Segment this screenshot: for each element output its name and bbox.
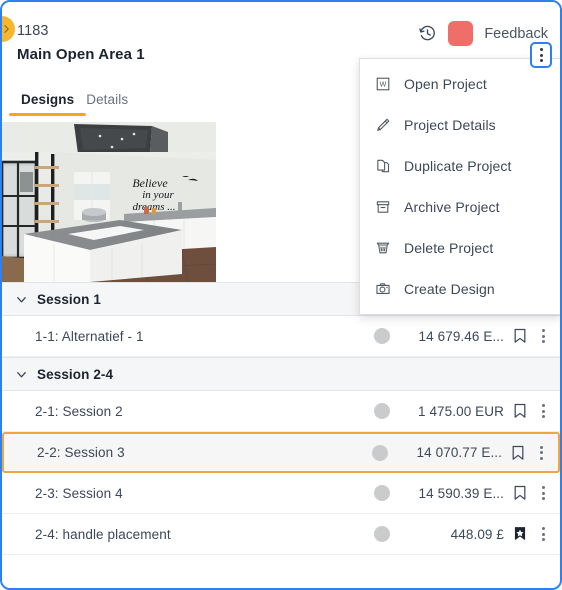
menu-item-project-details[interactable]: Project Details — [360, 104, 560, 145]
row-more-menu-button[interactable] — [532, 486, 554, 500]
dot — [539, 445, 543, 449]
bookmark-outline-icon[interactable] — [506, 445, 530, 461]
row-more-menu-button[interactable] — [532, 404, 554, 418]
table-row[interactable]: 2-1: Session 2 1 475.00 EUR — [2, 391, 560, 432]
group-label: Session 2-4 — [37, 366, 114, 382]
svg-text:Believe: Believe — [132, 176, 168, 190]
design-price: 14 590.39 E... — [418, 485, 504, 501]
menu-item-label: Project Details — [404, 116, 496, 133]
dot — [541, 538, 545, 541]
dot — [541, 527, 545, 530]
menu-item-label: Open Project — [404, 75, 487, 92]
dot — [539, 53, 543, 57]
group-label: Session 1 — [37, 291, 101, 307]
designs-list: Session 1 1-1: Alternatief - 1 14 679.46… — [2, 282, 560, 588]
status-badge — [374, 403, 390, 419]
dot — [539, 451, 543, 454]
project-id: 1183 — [17, 23, 49, 39]
header-actions: Feedback — [418, 21, 548, 46]
project-context-menu: W Open Project Project Details Duplicate… — [359, 58, 560, 315]
menu-item-open-project[interactable]: W Open Project — [360, 63, 560, 104]
table-row[interactable]: 2-3: Session 4 14 590.39 E... — [2, 473, 560, 514]
design-name: 2-4: handle placement — [35, 526, 171, 542]
svg-text:W: W — [380, 80, 387, 88]
svg-text:in your: in your — [142, 189, 174, 201]
dot — [541, 404, 545, 407]
menu-item-label: Duplicate Project — [404, 157, 512, 174]
bookmark-outline-icon[interactable] — [508, 328, 532, 344]
dot — [541, 532, 545, 536]
project-more-menu-button[interactable] — [530, 42, 552, 68]
design-price: 448.09 £ — [450, 526, 504, 542]
dot — [541, 415, 545, 418]
design-name: 2-3: Session 4 — [35, 485, 123, 501]
dot — [541, 329, 545, 332]
row-more-menu-button[interactable] — [532, 329, 554, 343]
menu-item-label: Archive Project — [404, 198, 500, 215]
chevron-right-icon — [4, 25, 9, 33]
dot — [539, 59, 543, 62]
menu-item-delete-project[interactable]: Delete Project — [360, 227, 560, 268]
bookmark-outline-icon[interactable] — [508, 485, 532, 501]
feedback-button[interactable]: Feedback — [484, 26, 548, 42]
design-name: 2-1: Session 2 — [35, 403, 123, 419]
design-thumbnail[interactable]: Believe in your dreams ... — [2, 122, 216, 282]
history-clock-icon[interactable] — [418, 24, 437, 43]
word-document-icon: W — [374, 75, 392, 93]
design-price: 1 475.00 EUR — [417, 403, 504, 419]
tab-designs[interactable]: Designs — [8, 90, 87, 116]
menu-item-duplicate-project[interactable]: Duplicate Project — [360, 145, 560, 186]
design-name: 2-2: Session 3 — [37, 445, 125, 460]
project-panel: 1183 Main Open Area 1 Feedback Designs D… — [0, 0, 562, 590]
chevron-down-icon — [17, 296, 26, 302]
bookmark-filled-star-icon[interactable] — [508, 526, 532, 542]
dot — [541, 486, 545, 489]
dot — [541, 491, 545, 495]
table-row[interactable]: 2-4: handle placement 448.09 £ — [2, 514, 560, 555]
dot — [541, 340, 545, 343]
page-title: Main Open Area 1 — [17, 46, 145, 63]
avatar[interactable] — [448, 21, 474, 46]
design-price: 14 070.77 E... — [416, 445, 502, 460]
camera-icon — [374, 280, 392, 298]
table-row[interactable]: 1-1: Alternatief - 1 14 679.46 E... — [2, 316, 560, 357]
kitchen-render-image: Believe in your dreams ... — [2, 122, 216, 282]
tab-details[interactable]: Details — [80, 90, 134, 116]
menu-item-label: Create Design — [404, 280, 495, 297]
menu-item-archive-project[interactable]: Archive Project — [360, 186, 560, 227]
status-badge — [372, 444, 388, 461]
menu-item-label: Delete Project — [404, 239, 494, 256]
row-more-menu-button[interactable] — [530, 445, 552, 460]
table-row-selected[interactable]: 2-2: Session 3 14 070.77 E... — [2, 432, 560, 473]
row-more-menu-button[interactable] — [532, 527, 554, 541]
design-price: 14 679.46 E... — [418, 328, 504, 344]
archive-box-icon — [374, 198, 392, 216]
group-header-session-2-4[interactable]: Session 2-4 — [2, 357, 560, 391]
status-badge — [374, 526, 390, 542]
pencil-icon — [374, 116, 392, 134]
dot — [541, 497, 545, 500]
trash-can-icon — [374, 239, 392, 257]
menu-item-create-design[interactable]: Create Design — [360, 268, 560, 309]
dot — [539, 48, 543, 51]
dot — [541, 334, 545, 338]
status-badge — [374, 485, 390, 501]
chevron-down-icon — [17, 371, 26, 377]
dot — [539, 456, 543, 460]
copy-pages-icon — [374, 157, 392, 175]
bookmark-outline-icon[interactable] — [508, 403, 532, 419]
design-name: 1-1: Alternatief - 1 — [35, 328, 144, 344]
dot — [541, 409, 545, 413]
status-badge — [374, 328, 390, 344]
